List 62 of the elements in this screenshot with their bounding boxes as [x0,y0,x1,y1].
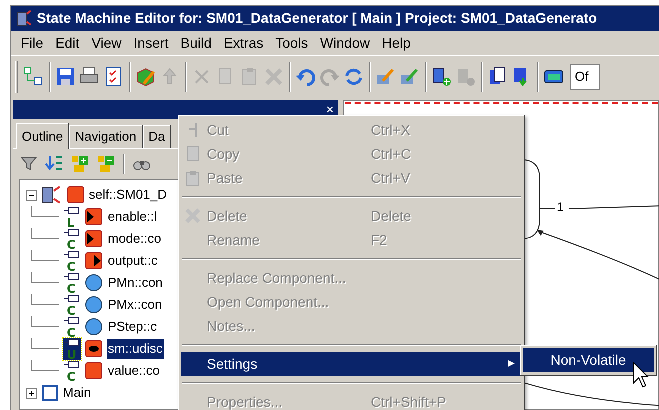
app-icon [15,10,33,28]
collapse-icon[interactable] [26,190,37,200]
menu-item[interactable]: Non-Volatile [523,348,654,372]
tree-item[interactable]: sm::udisc [107,339,164,359]
tree-branch-line [31,360,59,371]
expand-all-icon[interactable] [71,155,89,173]
tree-item[interactable]: output::c [107,251,159,271]
component-icon [85,362,103,380]
tree-item[interactable]: self::SM01_D [89,185,168,205]
tree-branch-line [31,338,59,349]
tree-item[interactable]: PMn::con [107,273,164,293]
tree-branch-line [31,316,59,327]
menu-item[interactable]: Insert [128,32,175,54]
transition-label: 1 [557,201,564,213]
menu-item[interactable]: Build [174,32,218,54]
output-port-icon [85,252,103,270]
expand-icon[interactable] [26,388,37,398]
port-icon: U [63,338,81,360]
menu-item[interactable]: Edit [50,32,86,54]
frame-icon [41,384,59,402]
menu-item[interactable]: Settings ▶ [181,352,522,376]
tree-item[interactable]: PStep::c [107,317,158,337]
tree-branch-line [31,228,59,239]
paste-icon [186,170,200,186]
tree-item[interactable]: value::co [107,361,162,381]
state-machine-icon [85,340,103,358]
component-icon [67,186,85,204]
filter-icon[interactable] [21,156,37,172]
parameter-icon [85,296,103,314]
parameter-icon [85,318,103,336]
tree-item[interactable]: enable::l [107,207,158,227]
tree-branch-line [31,294,59,305]
tree-item[interactable]: Main [63,383,92,403]
parameter-icon [85,274,103,292]
panel-tab[interactable]: Outline [16,123,70,149]
add-part-icon[interactable] [431,66,453,88]
menu-item[interactable]: Window [314,32,376,54]
toolbar-input-field[interactable]: Of [570,64,600,90]
panel-tab[interactable]: Navigation [69,125,143,148]
component-instance-icon [41,186,63,204]
collapse-all-icon[interactable] [97,155,115,173]
menu-item[interactable]: Extras [218,32,270,54]
panel-tab[interactable]: Da [142,125,172,148]
cube-icon[interactable] [135,66,157,88]
copy-icon [186,146,200,162]
menu-item[interactable]: Tools [270,32,314,54]
tree-item[interactable]: mode::co [107,229,162,249]
tree-branch-line [31,250,59,261]
menu-item[interactable]: View [86,32,128,54]
tree-item[interactable]: PMx::con [107,295,164,315]
window-title: State Machine Editor for: SM01_DataGenerator [ Main ] Project: SM01_DataGenerato [37,9,598,28]
menu-item[interactable]: Help [376,32,417,54]
tree-branch-line [31,272,59,283]
sort-icon[interactable] [45,155,63,173]
close-button[interactable]: × [326,103,334,116]
save-icon[interactable] [55,66,77,88]
input-port-icon [85,230,103,248]
input-port-icon [85,208,103,226]
tree-branch-line [31,206,59,217]
submenu-arrow-icon: ▶ [508,357,522,371]
connector-icon[interactable] [23,66,45,88]
menu-item[interactable]: File [15,32,50,54]
